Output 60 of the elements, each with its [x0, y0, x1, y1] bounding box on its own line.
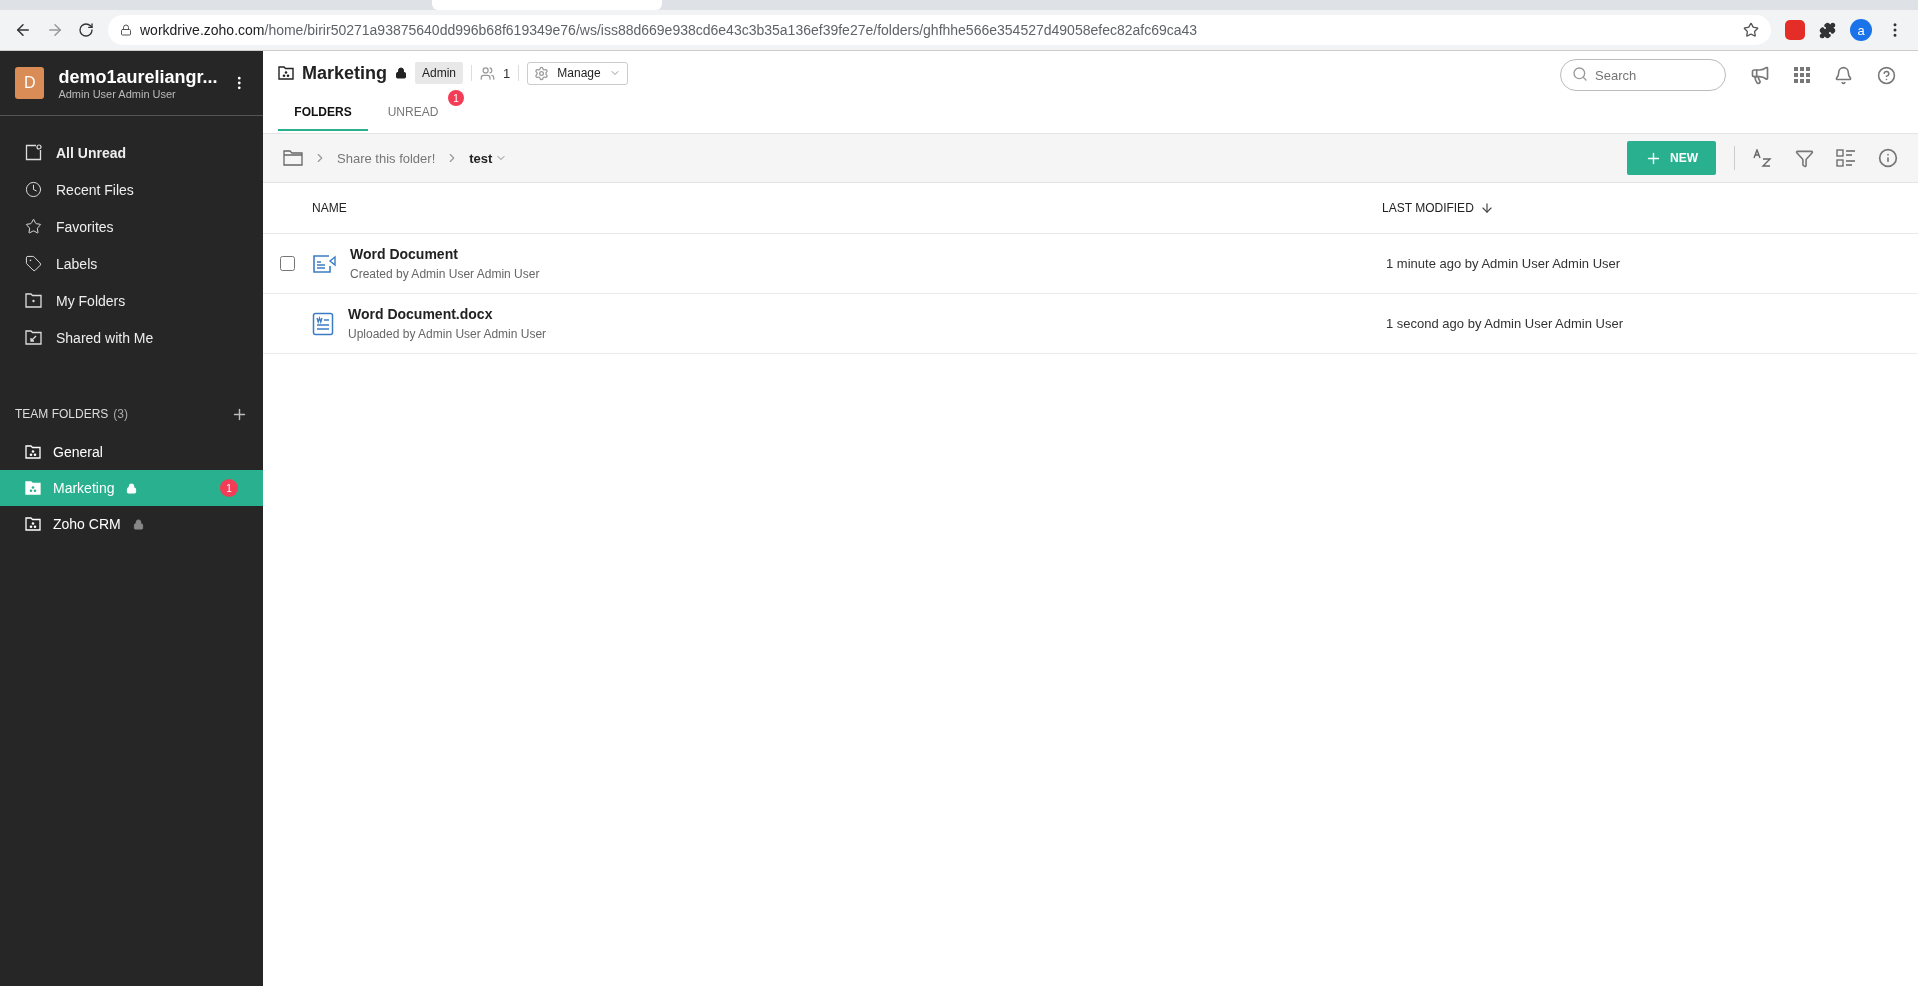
folder-icon[interactable] [283, 150, 303, 166]
manage-button[interactable]: Manage [527, 61, 628, 85]
team-folder-icon [25, 517, 41, 531]
nav-item[interactable]: My Folders [0, 282, 263, 319]
profile-avatar[interactable]: a [1850, 19, 1872, 41]
file-subtitle: Uploaded by Admin User Admin User [348, 327, 547, 341]
file-subtitle: Created by Admin User Admin User [350, 267, 540, 281]
nav-item[interactable]: Recent Files [0, 171, 263, 208]
gear-icon [534, 65, 550, 81]
role-tag: Admin [415, 62, 464, 84]
file-name[interactable]: Word Document.docx [348, 306, 547, 322]
count-badge: 1 [220, 479, 238, 497]
folder-icon [25, 293, 42, 308]
tab[interactable]: FOLDERS [278, 93, 368, 131]
team-folder-item[interactable]: Zoho CRM [0, 506, 263, 542]
member-count: 1 [503, 65, 511, 81]
members-icon[interactable] [480, 65, 496, 81]
column-header[interactable]: NAME [263, 201, 1382, 215]
section-title: TEAM FOLDERS [15, 407, 109, 421]
word-file-icon [312, 311, 334, 336]
file-row[interactable]: Word Document Created by Admin User Admin User 1 minute ago by Admin User Admin User [263, 234, 1918, 294]
reload-button[interactable] [78, 22, 94, 38]
team-folder-item[interactable]: Marketing 1 [0, 470, 263, 506]
nav-item[interactable]: All Unread [0, 134, 263, 171]
modified-text: 1 second ago by Admin User Admin User [1385, 316, 1623, 331]
extensions-puzzle-icon[interactable] [1819, 21, 1836, 39]
breadcrumb-link[interactable]: test [469, 150, 508, 166]
nav-item[interactable]: Shared with Me [0, 319, 263, 356]
clock-icon [25, 181, 42, 198]
file-name[interactable]: Word Document [350, 246, 540, 262]
file-row[interactable]: Word Document.docx Uploaded by Admin User Admin User 1 second ago by Admin User Admin User [263, 294, 1918, 354]
address-bar[interactable]: workdrive.zoho.com/home/birir50271a93875640dd996b68f619349e76/ws/iss88d669e938cd6e43c3b35a136ef39fe27e/folders/ghfhhe566e354527d49058efec82afc69ca43 [108, 15, 1771, 45]
search-field[interactable]: Search [1560, 59, 1726, 91]
team-folder-icon [25, 445, 41, 459]
breadcrumb-link[interactable]: Share this folder! [337, 150, 436, 166]
column-header[interactable]: LAST MODIFIED [1382, 201, 1494, 215]
star-icon [25, 218, 42, 235]
modified-text: 1 minute ago by Admin User Admin User [1385, 256, 1621, 271]
shared-folder-icon [25, 330, 42, 345]
team-folder-icon [25, 481, 41, 495]
label-icon [25, 255, 42, 272]
unread-box-icon [25, 144, 42, 161]
account-name: demo1aureliangr... [58, 66, 218, 88]
row-checkbox[interactable] [280, 256, 295, 271]
document-icon [312, 252, 336, 275]
team-folder-icon [278, 66, 294, 80]
forward-button[interactable] [46, 21, 64, 39]
back-button[interactable] [14, 21, 32, 39]
url-host: workdrive.zoho.com [140, 22, 265, 38]
bookmark-star-icon[interactable] [1743, 22, 1759, 38]
account-subtitle: Admin User Admin User [58, 87, 177, 100]
nav-item[interactable]: Labels [0, 245, 263, 282]
team-folder-item[interactable]: General [0, 434, 263, 470]
url-path: /home/birir50271a93875640dd996b68f619349e76/ws/iss88d669e938cd6e43c3b35a136ef39fe27e/folders/ghfhhe566e354527d49058efec82afc69ca43 [264, 22, 1198, 38]
folder-title: Marketing [302, 62, 388, 84]
extension-icon[interactable] [1785, 20, 1805, 40]
nav-item[interactable]: Favorites [0, 208, 263, 245]
section-count: (3) [113, 407, 130, 421]
count-badge: 1 [448, 90, 464, 106]
lock-icon [120, 24, 132, 36]
